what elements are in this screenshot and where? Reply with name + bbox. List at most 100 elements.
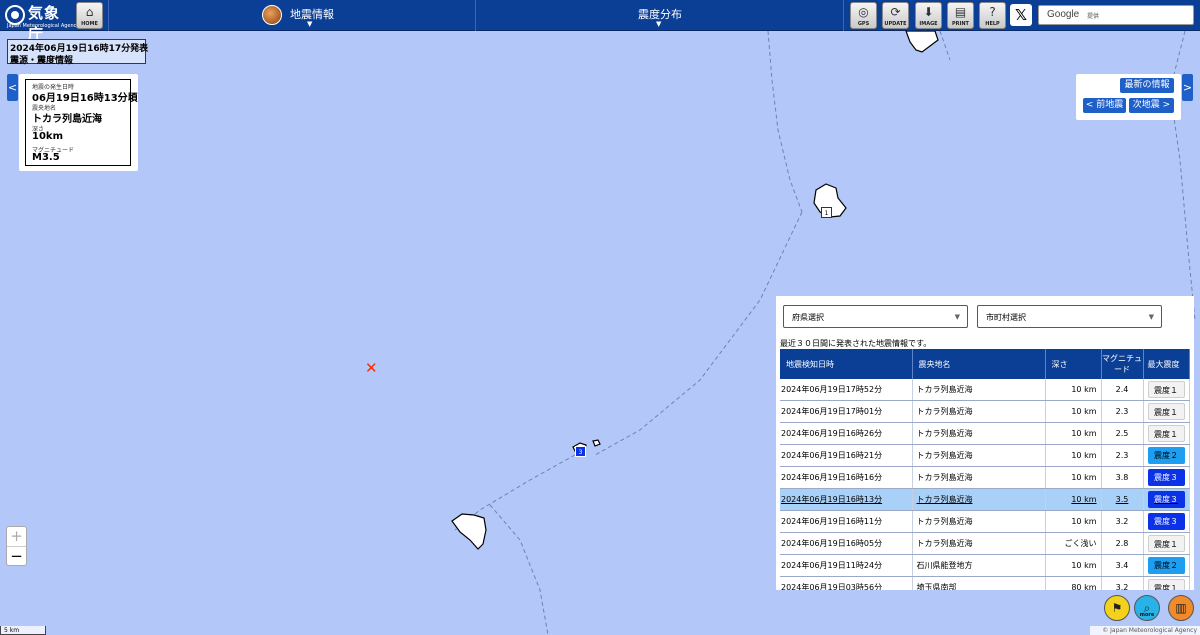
top-header: 気象庁 Japan Meteorological Agency ⌂ HOME 地…	[0, 0, 1200, 43]
jma-logo[interactable]: 気象庁 Japan Meteorological Agency	[5, 2, 79, 43]
intensity-badge[interactable]: 震度２	[1147, 447, 1185, 464]
row-magnitude: 3.2	[1101, 576, 1144, 590]
row-max-intensity: 震度３	[1143, 466, 1190, 489]
more-button[interactable]: ⌕ more	[1134, 595, 1160, 621]
row-place: トカラ列島近海	[912, 444, 1046, 467]
manual-button[interactable]: ▥	[1168, 595, 1194, 621]
table-header-row: 地震検知日時 震央地名 深さ マグニチュード 最大震度	[780, 349, 1190, 379]
table-row[interactable]: 2024年06月19日17時52分 トカラ列島近海 10 km 2.4 震度１	[780, 379, 1190, 401]
table-row[interactable]: 2024年06月19日16時21分 トカラ列島近海 10 km 2.3 震度２	[780, 444, 1190, 467]
boundary-line	[939, 30, 951, 61]
copyright-notice: © Japan Meteorological Agency	[1090, 626, 1200, 635]
chevron-down-icon[interactable]: ▼	[656, 20, 661, 28]
earthquake-list-panel: 府県選択 ▼ 市町村選択 ▼ 最近３０日間に発表された地震情報です。 地震検知日…	[776, 296, 1194, 590]
zoom-out-button[interactable]: −	[7, 546, 26, 565]
boundary-line	[594, 211, 803, 456]
row-depth: 10 km	[1045, 400, 1102, 423]
book-icon: ▥	[1175, 601, 1187, 615]
google-search-box[interactable]: Google 提供	[1038, 5, 1194, 25]
epicenter-place-value: トカラ列島近海	[32, 114, 102, 125]
intensity-badge[interactable]: 震度２	[1147, 557, 1185, 574]
table-row[interactable]: 2024年06月19日11時24分 石川県能登地方 10 km 3.4 震度２	[780, 554, 1190, 577]
island-south	[451, 513, 487, 550]
epicenter-marker: ✕	[365, 359, 378, 377]
list-description: 最近３０日間に発表された地震情報です。	[780, 339, 932, 348]
intensity-badge[interactable]: 震度１	[1147, 403, 1185, 420]
panel-collapse-left-button[interactable]: <	[7, 74, 18, 101]
table-row[interactable]: 2024年06月19日16時16分 トカラ列島近海 10 km 3.8 震度３	[780, 466, 1190, 489]
row-time: 2024年06月19日17時01分	[780, 400, 913, 423]
row-time: 2024年06月19日17時52分	[780, 379, 913, 401]
municipality-select[interactable]: 市町村選択 ▼	[977, 305, 1162, 328]
prefecture-select[interactable]: 府県選択 ▼	[783, 305, 968, 328]
header-divider	[475, 0, 476, 31]
row-magnitude: 3.8	[1101, 466, 1144, 489]
panel-collapse-right-button[interactable]: >	[1182, 74, 1193, 101]
col-header-magnitude: マグニチュード	[1101, 349, 1144, 379]
gps-button[interactable]: ◎ GPS	[850, 2, 877, 29]
zoom-in-button[interactable]: +	[7, 527, 26, 546]
image-button[interactable]: ⬇ IMAGE	[915, 2, 942, 29]
occurrence-time-value: 06月19日16時13分頃	[32, 93, 138, 104]
target-icon: ◎	[858, 5, 869, 19]
table-row[interactable]: 2024年06月19日03時56分 埼玉県南部 80 km 3.2 震度１	[780, 576, 1190, 590]
station-marker-intensity-1[interactable]: 1	[821, 207, 832, 218]
intensity-badge[interactable]: 震度３	[1147, 513, 1185, 530]
help-icon: ?	[989, 5, 996, 19]
table-row[interactable]: 2024年06月19日16時13分 トカラ列島近海 10 km 3.5 震度３	[780, 488, 1190, 511]
station-marker-intensity-3[interactable]: 3	[575, 446, 586, 457]
row-time: 2024年06月19日16時26分	[780, 422, 913, 445]
chevron-down-icon[interactable]: ▼	[307, 20, 312, 28]
row-max-intensity: 震度２	[1143, 554, 1190, 577]
next-earthquake-button[interactable]: 次地震 >	[1129, 98, 1174, 113]
row-depth: 10 km	[1045, 466, 1102, 489]
earthquake-info-box: 地震の発生日時 06月19日16時13分頃 震央地名 トカラ列島近海 深さ 10…	[25, 79, 138, 166]
row-place: トカラ列島近海	[912, 379, 1046, 401]
row-depth: 10 km	[1045, 422, 1102, 445]
island-north	[905, 30, 939, 53]
prev-earthquake-button[interactable]: < 前地震	[1083, 98, 1126, 113]
home-button[interactable]: ⌂ HOME	[76, 2, 103, 29]
row-place: 埼玉県南部	[912, 576, 1046, 590]
intensity-badge[interactable]: 震度１	[1147, 535, 1185, 552]
refresh-icon: ⟳	[890, 5, 901, 19]
intensity-badge[interactable]: 震度１	[1147, 579, 1185, 590]
legend-button[interactable]: ⚑	[1104, 595, 1130, 621]
print-button[interactable]: ▤ PRINT	[947, 2, 974, 29]
row-magnitude: 2.5	[1101, 422, 1144, 445]
legend-icon: ⚑	[1111, 601, 1123, 615]
row-place: トカラ列島近海	[912, 488, 1046, 511]
row-place: トカラ列島近海	[912, 466, 1046, 489]
intensity-badge[interactable]: 震度３	[1147, 469, 1185, 486]
row-place: 石川県能登地方	[912, 554, 1046, 577]
x-share-button[interactable]: 𝕏	[1010, 4, 1032, 26]
row-max-intensity: 震度１	[1143, 532, 1190, 555]
google-brand: Google	[1047, 9, 1080, 20]
magnitude-value: M3.5	[32, 152, 60, 163]
table-row[interactable]: 2024年06月19日16時11分 トカラ列島近海 10 km 3.2 震度３	[780, 510, 1190, 533]
row-max-intensity: 震度１	[1143, 379, 1190, 401]
latest-info-button[interactable]: 最新の情報	[1120, 78, 1174, 93]
earthquake-nav-panel: 最新の情報 < 前地震 次地震 >	[1076, 74, 1181, 120]
row-time: 2024年06月19日11時24分	[780, 554, 913, 577]
col-header-place: 震央地名	[912, 349, 1046, 379]
intensity-badge[interactable]: 震度１	[1147, 381, 1185, 398]
row-place: トカラ列島近海	[912, 510, 1046, 533]
earthquake-info-panel: 地震の発生日時 06月19日16時13分頃 震央地名 トカラ列島近海 深さ 10…	[19, 74, 138, 171]
intensity-badge[interactable]: 震度１	[1147, 425, 1185, 442]
col-header-time: 地震検知日時	[780, 349, 913, 379]
help-button[interactable]: ? HELP	[979, 2, 1006, 29]
issue-type: 震源・震度情報	[10, 56, 74, 66]
intensity-badge[interactable]: 震度３	[1147, 491, 1185, 508]
row-depth: ごく浅い	[1045, 532, 1102, 555]
earthquake-info-icon	[262, 5, 282, 25]
update-button[interactable]: ⟳ UPDATE	[882, 2, 909, 29]
row-magnitude: 2.3	[1101, 400, 1144, 423]
table-row[interactable]: 2024年06月19日16時05分 トカラ列島近海 ごく浅い 2.8 震度１	[780, 532, 1190, 555]
row-max-intensity: 震度１	[1143, 576, 1190, 590]
row-magnitude: 2.8	[1101, 532, 1144, 555]
row-max-intensity: 震度１	[1143, 422, 1190, 445]
table-row[interactable]: 2024年06月19日17時01分 トカラ列島近海 10 km 2.3 震度１	[780, 400, 1190, 423]
table-row[interactable]: 2024年06月19日16時26分 トカラ列島近海 10 km 2.5 震度１	[780, 422, 1190, 445]
earthquake-table: 地震検知日時 震央地名 深さ マグニチュード 最大震度 2024年06月19日1…	[780, 349, 1190, 590]
